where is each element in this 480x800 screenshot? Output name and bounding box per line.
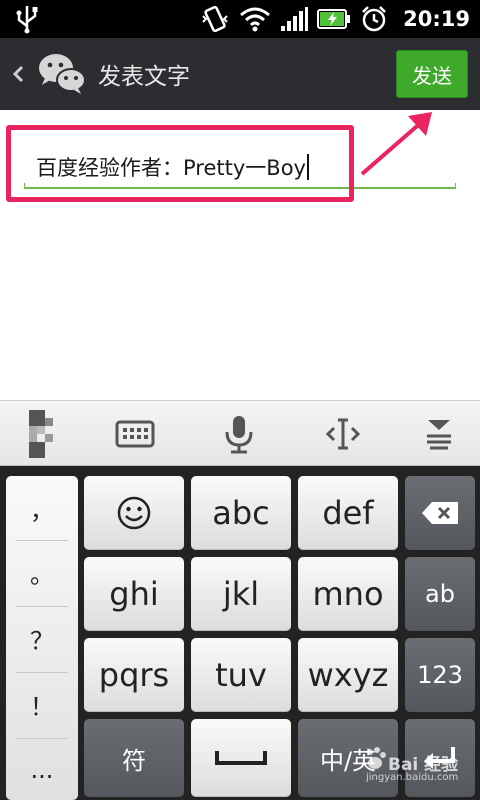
key-label: 符 <box>122 746 146 775</box>
backspace-key[interactable] <box>405 476 475 550</box>
key-label: tuv <box>215 656 267 694</box>
keyboard-icon[interactable] <box>110 409 160 459</box>
microphone-icon[interactable] <box>214 409 264 459</box>
key-label: ab <box>425 580 455 608</box>
key-label: def <box>322 494 374 532</box>
vibrate-icon <box>202 5 228 33</box>
space-key[interactable] <box>191 719 291 797</box>
symbol-key[interactable]: 符 <box>84 719 184 797</box>
punct-key[interactable]: 。 <box>6 542 78 602</box>
key-label: pqrs <box>98 656 170 694</box>
punct-key[interactable]: ？ <box>6 608 78 668</box>
key-abc[interactable]: abc <box>191 476 291 550</box>
alarm-icon <box>362 6 387 32</box>
key-label: abc <box>212 494 270 532</box>
signal-icon <box>281 7 309 31</box>
backspace-icon <box>422 502 458 524</box>
back-chevron-icon[interactable] <box>8 60 28 88</box>
status-bar: 20:19 <box>0 0 480 38</box>
compose-area: 百度经验作者：Pretty一Boy <box>0 110 480 400</box>
smiley-icon <box>117 496 151 530</box>
hide-keyboard-icon[interactable] <box>414 409 464 459</box>
key-mno[interactable]: mno <box>298 557 398 631</box>
key-label: mno <box>312 575 384 613</box>
key-label: 中/英 <box>319 746 377 775</box>
punct-key[interactable]: ！ <box>6 674 78 734</box>
title-bar: 发表文字 发送 <box>0 38 480 110</box>
divider <box>16 672 68 673</box>
divider <box>16 606 68 607</box>
t9-keyboard: ， 。 ？ ！ ... abc def ghi jkl mno ab pqrs … <box>0 466 480 800</box>
space-bar-icon <box>215 751 267 765</box>
punct-key[interactable]: ... <box>6 740 78 800</box>
annotation-highlight-box <box>6 125 354 202</box>
send-button[interactable]: 发送 <box>396 50 468 98</box>
divider <box>16 738 68 739</box>
language-switch-key[interactable]: 中/英 <box>298 719 398 797</box>
enter-key[interactable] <box>405 719 475 797</box>
punct-key[interactable]: ， <box>6 478 78 538</box>
key-label: 123 <box>417 661 463 689</box>
key-jkl[interactable]: jkl <box>191 557 291 631</box>
annotation-arrow-icon <box>360 112 432 176</box>
key-123[interactable]: 123 <box>405 638 475 712</box>
key-label: jkl <box>222 575 260 613</box>
key-def[interactable]: def <box>298 476 398 550</box>
enter-icon <box>424 747 455 769</box>
usb-icon <box>16 6 38 34</box>
key-label: wxyz <box>307 656 389 694</box>
emoji-key[interactable] <box>84 476 184 550</box>
handwriting-icon[interactable] <box>16 409 66 459</box>
screen: 20:19 发表文字 发送 百度经验作者：Pretty一Boy ， 。 ？ ！ … <box>0 0 480 800</box>
punctuation-column[interactable]: ， 。 ？ ！ ... <box>6 476 78 800</box>
key-tuv[interactable]: tuv <box>191 638 291 712</box>
clock-time: 20:19 <box>403 7 470 31</box>
wechat-logo-icon <box>39 54 86 94</box>
divider <box>16 540 68 541</box>
key-ghi[interactable]: ghi <box>84 557 184 631</box>
battery-charging-icon <box>317 9 351 29</box>
keyboard-toolbar <box>0 400 480 466</box>
key-label: ghi <box>109 575 159 613</box>
key-pqrs[interactable]: pqrs <box>84 638 184 712</box>
cursor-move-icon[interactable] <box>318 409 368 459</box>
page-title: 发表文字 <box>98 64 190 90</box>
wifi-icon <box>240 7 271 32</box>
key-ab[interactable]: ab <box>405 557 475 631</box>
key-wxyz[interactable]: wxyz <box>298 638 398 712</box>
